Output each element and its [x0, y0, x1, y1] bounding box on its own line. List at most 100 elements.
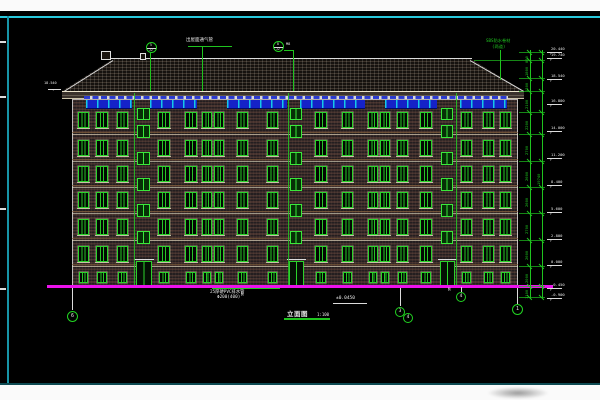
window	[158, 112, 170, 128]
rain-downspout	[288, 93, 289, 286]
stair-window	[290, 152, 302, 165]
window	[397, 219, 408, 235]
window-sill	[314, 208, 328, 209]
window-sill	[184, 262, 198, 263]
window	[500, 192, 511, 208]
window	[96, 219, 108, 235]
window-sill	[379, 156, 391, 157]
title-underline	[284, 318, 330, 320]
window	[461, 140, 472, 156]
basement-window	[369, 272, 377, 283]
basement-window	[97, 272, 107, 283]
dimension-extension-line	[474, 60, 545, 61]
window-sill	[499, 208, 512, 209]
window-sill	[396, 182, 409, 183]
elevation-marker-triangle: ▿	[550, 130, 552, 135]
window	[202, 112, 212, 128]
window	[267, 219, 278, 235]
elevation-marker-triangle: ▿	[550, 264, 552, 269]
window-sill	[460, 182, 473, 183]
window-sill	[184, 156, 198, 157]
window-sill	[460, 262, 473, 263]
elevation-marker-value: 11.200	[551, 152, 565, 157]
window	[267, 192, 278, 208]
window	[214, 140, 224, 156]
window-sill	[341, 156, 354, 157]
elevation-marker-triangle: ▿	[550, 184, 552, 189]
window	[117, 192, 128, 208]
roof-note-leader-v	[500, 50, 501, 80]
drawing-scale: 1:100	[317, 312, 329, 317]
window-sill	[419, 128, 433, 129]
dimension-text: 2000	[524, 269, 529, 283]
window	[420, 112, 432, 128]
elevation-marker-value: 0.000	[551, 259, 562, 264]
balcony-glazing-band	[227, 100, 287, 110]
window	[380, 219, 390, 235]
dimension-text: 2200	[524, 116, 529, 130]
ground-line	[47, 285, 553, 288]
balcony-glazing-band	[460, 100, 507, 110]
window	[420, 219, 432, 235]
entrance-canopy	[134, 259, 154, 260]
window-sill	[419, 235, 433, 236]
basement-window	[268, 272, 277, 283]
window	[214, 192, 224, 208]
window-sill	[95, 156, 109, 157]
roof-note-line2: (两道)	[492, 44, 505, 50]
elevation-marker-triangle: ▿	[550, 157, 552, 162]
window	[461, 246, 472, 262]
ground-elevation-underline	[333, 303, 367, 304]
window-sill	[266, 262, 279, 263]
basement-window	[238, 272, 247, 283]
elevation-marker-value: 19.740	[551, 52, 565, 57]
basement-window	[316, 272, 326, 283]
roof-pipe-label: 出屋面通气管	[186, 37, 213, 43]
window-sill	[482, 128, 495, 129]
window-sill	[396, 156, 409, 157]
window	[420, 140, 432, 156]
window-sill	[379, 182, 391, 183]
window-sill	[396, 208, 409, 209]
detail-a-number: 5	[150, 43, 152, 47]
window	[202, 219, 212, 235]
window	[237, 219, 248, 235]
left-eave-marker-triangle: ▿	[52, 87, 54, 92]
window-sill	[236, 262, 249, 263]
window	[420, 246, 432, 262]
basement-window	[421, 272, 431, 283]
stair-window	[441, 152, 453, 165]
basement-window	[215, 272, 223, 283]
stair-window	[137, 178, 150, 191]
window	[380, 166, 390, 182]
window-sill	[116, 128, 129, 129]
drawing-content: 8001800130021002200270026002600270026002…	[0, 0, 600, 400]
window-sill	[95, 182, 109, 183]
window	[315, 219, 327, 235]
entrance-door	[136, 261, 152, 286]
elevation-marker-value: 5.600	[551, 206, 562, 211]
dimension-text: 2100	[524, 95, 529, 109]
window	[237, 140, 248, 156]
window-sill	[184, 208, 198, 209]
basement-window	[398, 272, 407, 283]
window	[483, 246, 494, 262]
window	[237, 112, 248, 128]
window-sill	[379, 128, 391, 129]
window-sill	[482, 235, 495, 236]
window	[214, 219, 224, 235]
window	[267, 112, 278, 128]
roof-vent	[101, 51, 111, 60]
window-sill	[482, 182, 495, 183]
window-sill	[419, 262, 433, 263]
film-edge-dash	[0, 288, 6, 290]
window	[158, 192, 170, 208]
window-sill	[157, 182, 171, 183]
window	[397, 192, 408, 208]
window-sill	[419, 156, 433, 157]
window-sill	[482, 208, 495, 209]
elevation-marker-value: -0.450	[551, 282, 565, 287]
window	[158, 219, 170, 235]
detail-b-number: 8	[277, 42, 279, 46]
dimension-overall-text: 19740	[536, 165, 541, 185]
